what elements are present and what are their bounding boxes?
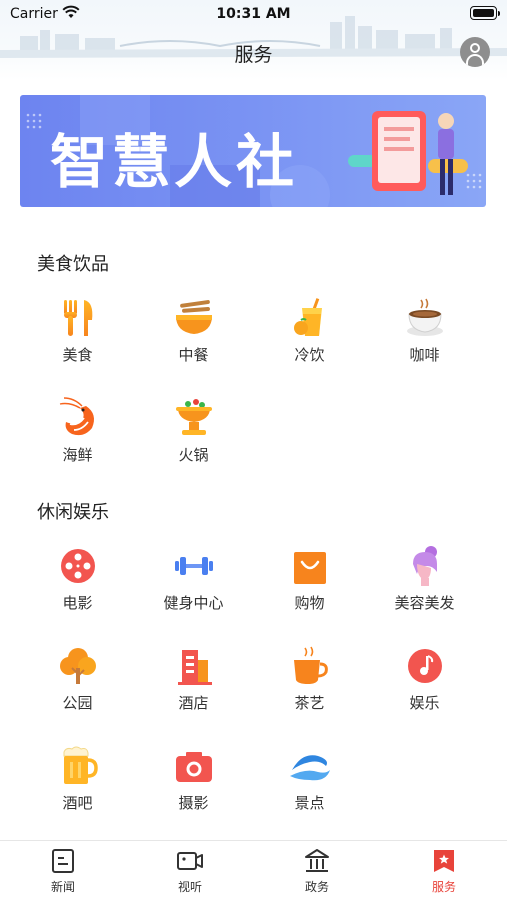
grid-item-shopping[interactable]: 购物 [252, 544, 367, 613]
tea-cup-icon [293, 646, 328, 684]
grid-item-label: 酒吧 [62, 794, 93, 812]
grid-item-chinese-food[interactable]: 中餐 [136, 296, 251, 365]
user-avatar-icon[interactable] [460, 37, 490, 67]
header: Carrier 10:31 AM 服务 [0, 0, 507, 80]
grid-item-park[interactable]: 公园 [20, 644, 135, 713]
grid-item-label: 茶艺 [294, 694, 325, 712]
grid-item-label: 购物 [294, 594, 325, 612]
grid-item-label: 摄影 [178, 794, 209, 812]
hair-salon-icon [412, 546, 437, 586]
tab-video[interactable]: 视听 [127, 847, 253, 895]
grid-item-label: 咖啡 [409, 346, 440, 364]
section-title-leisure: 休闲娱乐 [37, 502, 109, 523]
fork-knife-icon [63, 300, 92, 336]
cold-drink-icon [293, 298, 322, 336]
hotel-building-icon [177, 650, 212, 685]
grid-item-label: 公园 [62, 694, 93, 712]
grid-item-hotel[interactable]: 酒店 [136, 644, 251, 713]
grid-item-label: 美食 [62, 346, 93, 364]
video-icon [177, 852, 203, 870]
news-icon [52, 849, 74, 873]
government-icon [305, 849, 329, 872]
grid-item-seafood[interactable]: 海鲜 [20, 396, 135, 465]
status-time: 10:31 AM [216, 6, 291, 22]
banner-illustration [348, 111, 468, 195]
grid-item-scenic-spot[interactable]: 景点 [252, 744, 367, 813]
grid-item-movie[interactable]: 电影 [20, 544, 135, 613]
grid-item-label: 电影 [62, 594, 93, 612]
grid-item-food[interactable]: 美食 [20, 296, 135, 365]
film-reel-icon [60, 549, 95, 583]
grid-item-beauty-salon[interactable]: 美容美发 [367, 544, 482, 613]
grid-item-tea[interactable]: 茶艺 [252, 644, 367, 713]
hotpot-icon [175, 399, 212, 435]
grid-item-label: 火锅 [178, 446, 209, 464]
grid-item-entertainment[interactable]: 娱乐 [367, 644, 482, 713]
page-title: 服务 [234, 44, 273, 66]
tab-label: 新闻 [50, 880, 75, 894]
grid-item-cold-drink[interactable]: 冷饮 [252, 296, 367, 365]
grid-item-label: 冷饮 [294, 346, 325, 364]
coffee-cup-icon [406, 298, 443, 336]
grid-item-label: 景点 [294, 794, 325, 812]
tab-label: 政务 [304, 880, 329, 894]
grid-item-label: 娱乐 [409, 694, 440, 712]
music-note-icon [407, 649, 442, 683]
grid-item-bar[interactable]: 酒吧 [20, 744, 135, 813]
promo-banner[interactable]: 智慧人社 [20, 95, 486, 207]
noodle-bowl-icon [175, 300, 212, 334]
grid-item-label: 酒店 [178, 694, 209, 712]
beer-mug-icon [63, 746, 98, 784]
grid-item-hotpot[interactable]: 火锅 [136, 396, 251, 465]
shrimp-icon [59, 397, 94, 436]
scenic-wave-icon [289, 755, 330, 781]
tab-service[interactable]: 服务 [381, 847, 507, 895]
grid-item-label: 美容美发 [394, 594, 455, 612]
tab-label: 视听 [177, 880, 202, 894]
grid-item-label: 健身中心 [163, 594, 224, 612]
section-title-food: 美食饮品 [37, 254, 109, 275]
grid-item-fitness[interactable]: 健身中心 [136, 544, 251, 613]
shopping-bag-icon [293, 552, 326, 584]
status-bar: Carrier 10:31 AM [0, 0, 507, 30]
tab-label: 服务 [431, 880, 456, 894]
grid-item-label: 海鲜 [62, 446, 93, 464]
tab-news[interactable]: 新闻 [0, 847, 126, 895]
camera-icon [175, 752, 212, 782]
dumbbell-icon [174, 557, 213, 575]
bottom-tab-bar: 新闻 视听 政务 服务 [0, 840, 507, 900]
tree-icon [59, 648, 96, 684]
grid-item-coffee[interactable]: 咖啡 [367, 296, 482, 365]
grid-item-label: 中餐 [178, 346, 209, 364]
banner-title: 智慧人社 [50, 128, 299, 196]
grid-item-photography[interactable]: 摄影 [136, 744, 251, 813]
service-icon [434, 850, 454, 872]
battery-icon [470, 6, 500, 20]
tab-government[interactable]: 政务 [254, 847, 380, 895]
